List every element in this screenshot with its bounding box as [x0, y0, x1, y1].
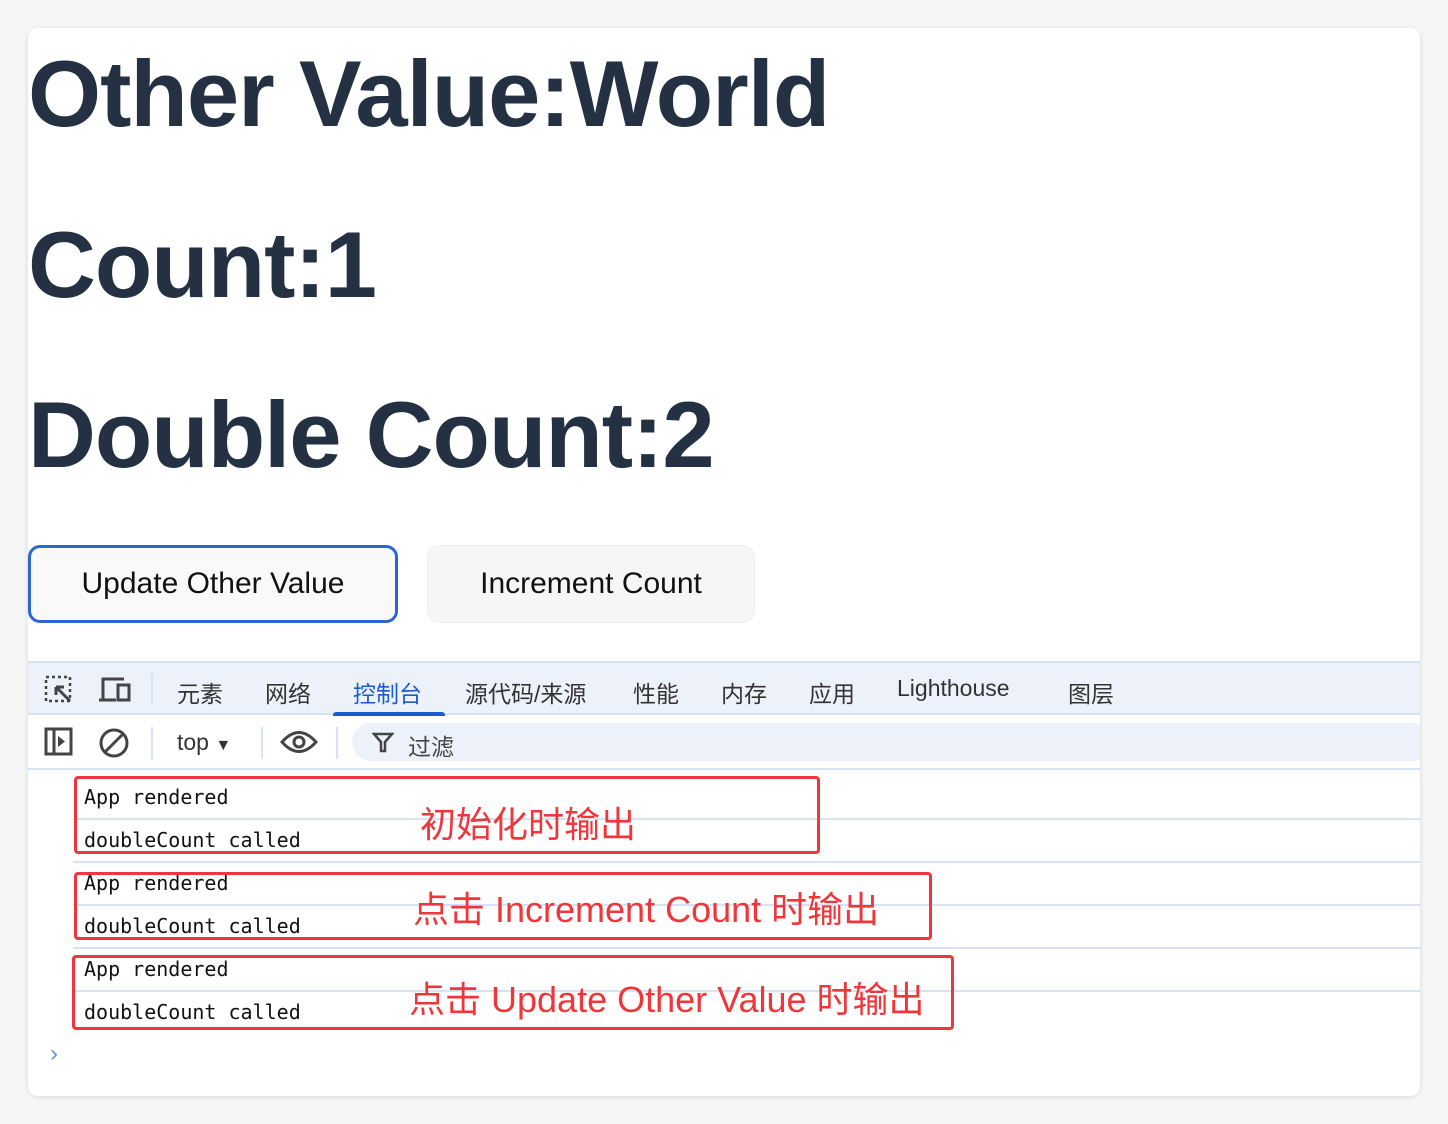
tab-console[interactable]: 控制台	[353, 675, 422, 709]
browser-viewport: Other Value:World Count:1 Double Count:2…	[28, 28, 1420, 1096]
annotation-label: 初始化时输出	[420, 804, 637, 845]
annotation-label: 点击 Update Other Value 时输出	[409, 979, 925, 1020]
divider	[73, 861, 1420, 863]
other-value-heading: Other Value:World	[28, 41, 830, 146]
divider	[73, 947, 1420, 949]
filter-placeholder: 过滤	[408, 734, 454, 760]
divider	[151, 727, 153, 759]
tab-sources[interactable]: 源代码/来源	[465, 675, 586, 709]
divider	[151, 673, 153, 705]
console-toolbar: top ▼ 过滤	[28, 715, 1420, 770]
filter-icon	[372, 732, 394, 753]
sidebar-toggle-icon[interactable]	[44, 727, 74, 757]
count-heading: Count:1	[28, 212, 377, 317]
caret-down-icon: ▼	[215, 737, 232, 754]
update-other-value-button[interactable]: Update Other Value	[28, 545, 398, 623]
annotation-label: 点击 Increment Count 时输出	[413, 889, 880, 930]
divider	[336, 727, 338, 759]
tab-memory[interactable]: 内存	[721, 675, 767, 709]
tab-performance[interactable]: 性能	[633, 675, 679, 709]
console-prompt-chevron-icon[interactable]: ›	[50, 1040, 58, 1068]
eye-icon[interactable]	[280, 729, 318, 755]
increment-count-button[interactable]: Increment Count	[427, 545, 755, 623]
inspect-element-icon[interactable]	[44, 675, 74, 705]
tab-application[interactable]: 应用	[809, 675, 855, 709]
device-toolbar-icon[interactable]	[98, 675, 132, 705]
tab-layers[interactable]: 图层	[1068, 675, 1114, 709]
tab-elements[interactable]: 元素	[177, 675, 223, 709]
context-value: top	[177, 729, 209, 755]
filter-input[interactable]: 过滤	[352, 723, 1420, 761]
tab-network[interactable]: 网络	[265, 675, 311, 709]
divider	[261, 727, 263, 759]
tab-lighthouse[interactable]: Lighthouse	[897, 675, 1010, 702]
context-selector[interactable]: top ▼	[177, 729, 231, 756]
clear-console-icon[interactable]	[98, 727, 130, 759]
double-count-heading: Double Count:2	[28, 382, 715, 487]
devtools-tab-bar: 元素 网络 控制台 源代码/来源 性能 内存 应用 Lighthouse 图层	[28, 661, 1420, 716]
